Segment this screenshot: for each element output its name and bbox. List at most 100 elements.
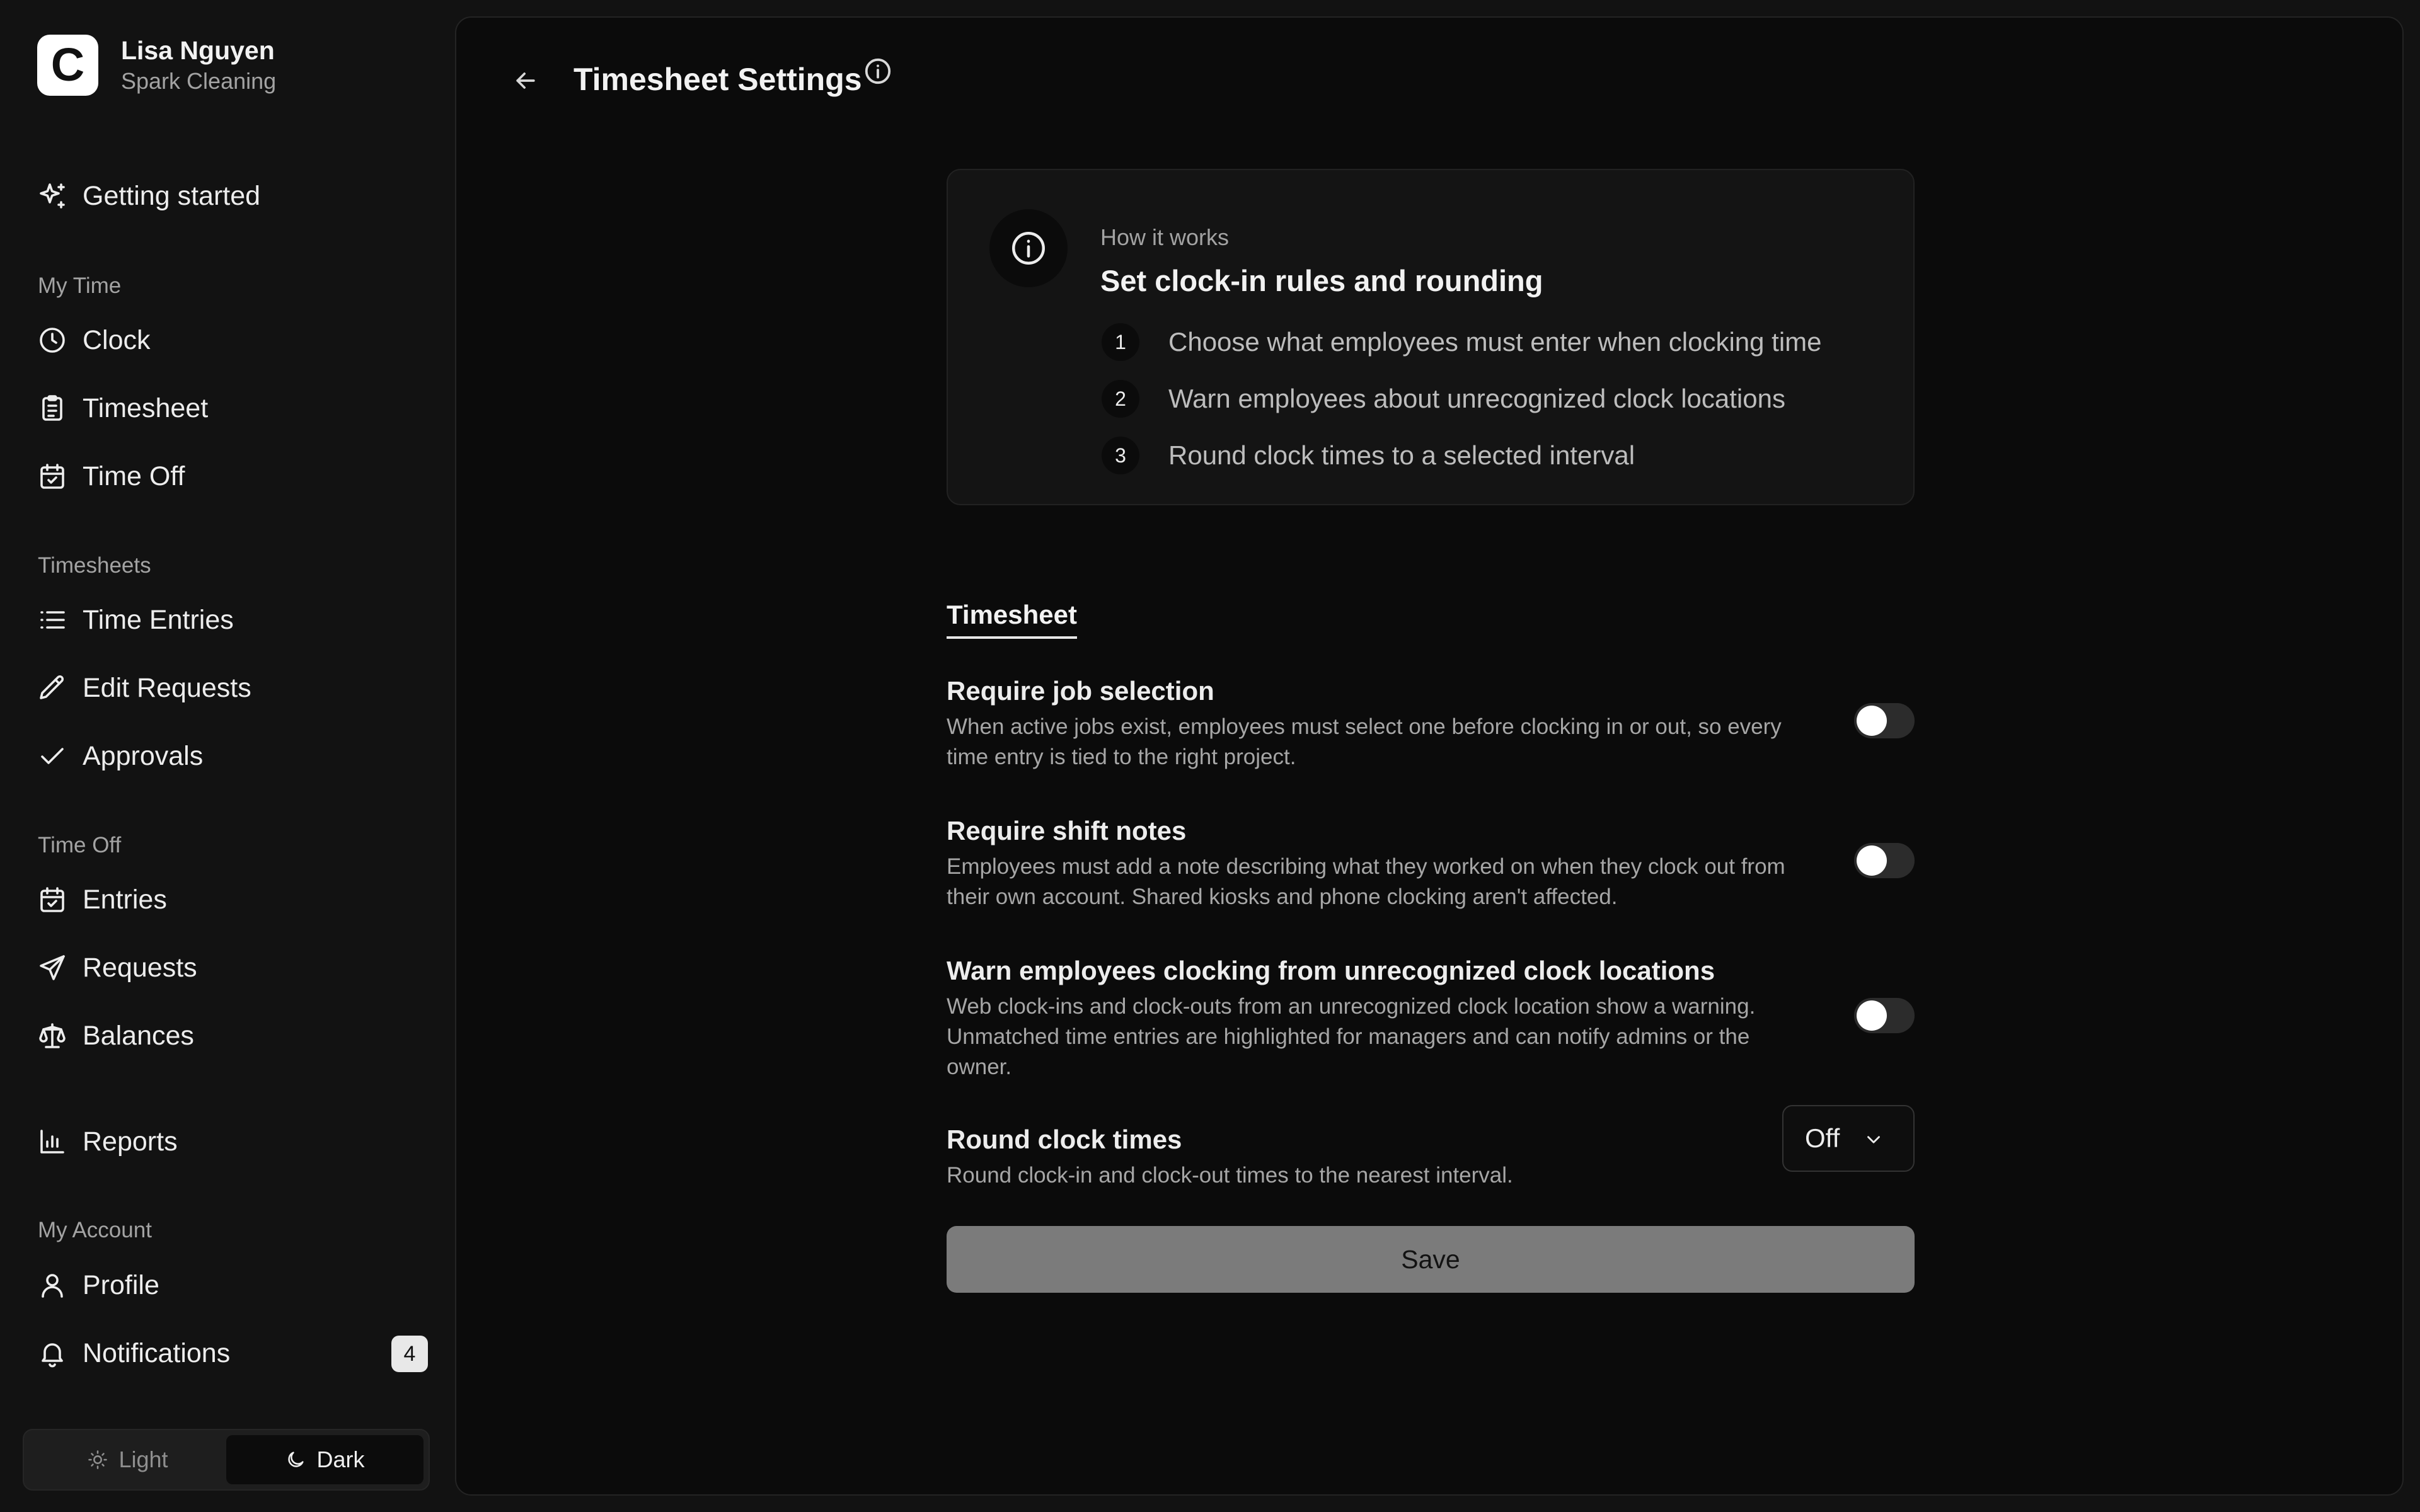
sidebar-item-label: Edit Requests (83, 672, 251, 703)
scale-icon (39, 1023, 66, 1048)
step-item: 2 Warn employees about unrecognized cloc… (1102, 370, 1822, 427)
section-heading-my-account: My Account (38, 1218, 152, 1242)
tab-timesheet[interactable]: Timesheet (947, 600, 1077, 639)
notifications-count-badge: 4 (391, 1336, 428, 1372)
theme-option-label: Light (118, 1446, 168, 1472)
step-text: Round clock times to a selected interval (1168, 440, 1635, 470)
setting-description: When active jobs exist, employees must s… (947, 714, 1782, 769)
step-item: 1 Choose what employees must enter when … (1102, 314, 1822, 370)
theme-toggle[interactable]: Light Dark (23, 1429, 430, 1491)
step-text: Choose what employees must enter when cl… (1168, 327, 1822, 357)
setting-title: Require shift notes (947, 816, 1187, 845)
setting-title: Round clock times (947, 1125, 1182, 1154)
sidebar-item-label: Time Entries (83, 604, 234, 635)
pencil-icon (40, 675, 64, 699)
setting-require-job-selection: Require job selection When active jobs e… (947, 673, 1915, 772)
require-shift-notes-toggle[interactable] (1854, 843, 1915, 878)
sidebar-item-label: Reports (83, 1126, 178, 1157)
step-number: 2 (1102, 380, 1139, 418)
sidebar-item-timesheet[interactable]: Timesheet (37, 386, 428, 430)
arrow-left-icon (516, 72, 535, 89)
sparkles-icon (40, 183, 65, 209)
theme-option-label: Dark (316, 1446, 365, 1472)
toggle-knob (1857, 845, 1887, 876)
setting-round-clock-times: Round clock times Round clock-in and clo… (947, 1105, 1915, 1191)
section-heading-my-time: My Time (38, 273, 122, 298)
how-it-works-steps: 1 Choose what employees must enter when … (1102, 314, 1822, 484)
account-switcher[interactable]: C Lisa Nguyen Spark Cleaning (37, 34, 276, 96)
sidebar-item-clock[interactable]: Clock (37, 318, 428, 362)
sidebar-item-reports[interactable]: Reports (37, 1120, 428, 1164)
step-item: 3 Round clock times to a selected interv… (1102, 427, 1822, 484)
page-title: Timesheet Settings (573, 62, 862, 97)
moon-icon (288, 1452, 304, 1467)
account-info: Lisa Nguyen Spark Cleaning (121, 34, 276, 96)
setting-description: Web clock-ins and clock-outs from an unr… (947, 994, 1756, 1079)
toggle-knob (1857, 1000, 1887, 1031)
logo-letter: C (50, 38, 85, 91)
sidebar-scroll-fade (0, 1395, 454, 1421)
theme-option-light[interactable]: Light (29, 1435, 226, 1484)
how-it-works-eyebrow: How it works (1100, 224, 1230, 250)
sidebar-item-approvals[interactable]: Approvals (37, 734, 428, 778)
sidebar: C Lisa Nguyen Spark Cleaning Getting sta… (0, 0, 454, 1512)
chevron-down-icon (1867, 1136, 1880, 1143)
sidebar-item-label: Clock (83, 324, 151, 355)
settings-content: How it works Set clock-in rules and roun… (947, 169, 1915, 1293)
setting-description: Employees must add a note describing wha… (947, 854, 1785, 909)
setting-warn-unrecognized-locations: Warn employees clocking from unrecognize… (947, 953, 1915, 1082)
app-root: C Lisa Nguyen Spark Cleaning Getting sta… (0, 0, 2420, 1512)
sidebar-item-edit-requests[interactable]: Edit Requests (37, 666, 428, 710)
calendar-check-icon (40, 887, 64, 912)
setting-title: Require job selection (947, 676, 1214, 706)
clipboard-list-icon (42, 395, 62, 421)
setting-description: Round clock-in and clock-out times to th… (947, 1163, 1513, 1188)
step-number: 1 (1102, 323, 1139, 361)
check-icon (41, 748, 64, 764)
sidebar-item-getting-started[interactable]: Getting started (37, 174, 428, 218)
section-heading-timesheets: Timesheets (38, 553, 151, 578)
sidebar-item-label: Timesheet (83, 392, 209, 423)
bell-icon (42, 1343, 63, 1368)
sidebar-item-label: Profile (83, 1269, 159, 1300)
warn-unrecognized-locations-toggle[interactable] (1854, 998, 1915, 1033)
setting-title: Warn employees clocking from unrecognize… (947, 956, 1715, 985)
sidebar-item-time-entries[interactable]: Time Entries (37, 598, 428, 642)
clock-icon (40, 328, 65, 353)
sidebar-item-notifications[interactable]: Notifications 4 (37, 1331, 428, 1375)
info-icon (1012, 232, 1045, 265)
sidebar-item-label: Notifications (83, 1337, 231, 1368)
sidebar-item-label: Time Off (83, 461, 185, 491)
sidebar-item-label: Approvals (83, 740, 204, 771)
main-panel: Timesheet Settings How it works Set cloc… (455, 16, 2404, 1496)
account-organization: Spark Cleaning (121, 68, 277, 94)
info-icon[interactable] (863, 57, 892, 86)
company-logo: C (37, 34, 98, 96)
how-it-works-card: How it works Set clock-in rules and roun… (947, 169, 1915, 505)
toggle-knob (1857, 706, 1887, 736)
section-heading-time-off: Time Off (38, 833, 122, 857)
sidebar-item-profile[interactable]: Profile (37, 1263, 428, 1307)
sidebar-item-balances[interactable]: Balances (37, 1014, 428, 1058)
select-value: Off (1805, 1123, 1840, 1153)
user-icon (42, 1274, 63, 1298)
sidebar-item-label: Getting started (83, 180, 261, 211)
how-it-works-heading: Set clock-in rules and rounding (1100, 264, 1543, 297)
step-number: 3 (1102, 437, 1139, 474)
back-button[interactable] (502, 57, 550, 105)
theme-option-dark[interactable]: Dark (226, 1435, 424, 1484)
list-icon (40, 611, 65, 629)
sidebar-item-label: Requests (83, 952, 197, 983)
account-name: Lisa Nguyen (121, 36, 275, 65)
calendar-check-icon (40, 464, 64, 489)
sidebar-item-time-off[interactable]: Time Off (37, 454, 428, 498)
rounding-interval-select[interactable]: Off (1782, 1105, 1915, 1172)
how-it-works-icon-wrap (989, 209, 1068, 287)
sidebar-item-label: Entries (83, 884, 167, 915)
save-button[interactable]: Save (947, 1226, 1915, 1293)
require-job-selection-toggle[interactable] (1854, 703, 1915, 738)
step-text: Warn employees about unrecognized clock … (1168, 384, 1785, 413)
sidebar-item-requests[interactable]: Requests (37, 946, 428, 990)
sidebar-item-entries[interactable]: Entries (37, 878, 428, 922)
sun-icon (88, 1450, 108, 1469)
